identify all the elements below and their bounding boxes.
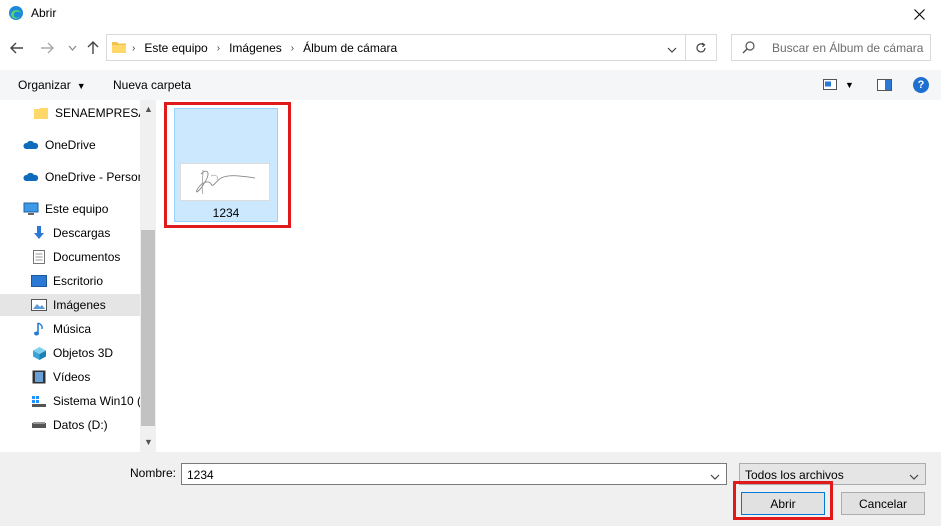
folder-icon xyxy=(111,40,127,57)
sidebar-item-label: Este equipo xyxy=(45,202,109,216)
sidebar-item-label: Descargas xyxy=(53,226,111,240)
sidebar-item-documents[interactable]: Documentos xyxy=(0,246,140,268)
sidebar-item-data-drive[interactable]: Datos (D:) xyxy=(0,414,140,436)
chevron-right-icon: › xyxy=(216,42,221,54)
sidebar-item-label: Imágenes xyxy=(53,298,106,312)
scroll-down-icon[interactable]: ▼ xyxy=(144,437,153,447)
computer-icon xyxy=(23,201,39,217)
file-type-value: Todos los archivos xyxy=(745,468,844,482)
sidebar-item-videos[interactable]: Vídeos xyxy=(0,366,140,388)
cube-icon xyxy=(31,345,47,361)
forward-button[interactable] xyxy=(38,39,56,57)
breadcrumb-item[interactable]: Álbum de cámara xyxy=(303,41,397,55)
sidebar-item-pictures[interactable]: Imágenes xyxy=(0,294,140,316)
organize-menu[interactable]: Organizar ▼ xyxy=(18,78,86,92)
chevron-down-icon xyxy=(710,474,720,480)
file-name-label: Nombre: xyxy=(130,466,177,480)
refresh-button[interactable] xyxy=(686,34,717,61)
new-folder-button[interactable]: Nueva carpeta xyxy=(113,78,191,92)
sidebar-item-music[interactable]: Música xyxy=(0,318,140,340)
sidebar-item-onedrive[interactable]: OneDrive xyxy=(0,134,140,156)
windows-drive-icon xyxy=(31,393,47,409)
file-name-dropdown[interactable] xyxy=(710,469,720,483)
sidebar-item-label: Datos (D:) xyxy=(53,418,108,432)
breadcrumb: › Este equipo › Imágenes › Álbum de cáma… xyxy=(132,41,397,55)
close-icon xyxy=(913,8,925,20)
chevron-right-icon: › xyxy=(290,42,295,54)
music-icon xyxy=(31,321,47,337)
sidebar-item-label: Objetos 3D xyxy=(53,346,114,360)
annotation-highlight-box xyxy=(164,102,291,228)
refresh-icon xyxy=(696,42,706,52)
file-name-value: 1234 xyxy=(187,468,214,482)
title-bar: Abrir xyxy=(0,0,941,28)
address-bar[interactable]: › Este equipo › Imágenes › Álbum de cáma… xyxy=(106,34,686,61)
chevron-right-icon: › xyxy=(132,42,136,54)
file-name-input[interactable]: 1234 xyxy=(181,463,727,485)
command-bar: Organizar ▼ Nueva carpeta ▼ ? xyxy=(0,70,941,100)
sidebar-item-label: OneDrive - Person xyxy=(45,170,140,184)
arrow-left-icon xyxy=(10,42,23,54)
sidebar-item-system-drive[interactable]: Sistema Win10 (C xyxy=(0,390,140,412)
sidebar-scrollbar[interactable]: ▲ ▼ xyxy=(140,100,156,452)
pictures-icon xyxy=(31,297,47,313)
sidebar-item-label: Sistema Win10 (C xyxy=(53,394,140,408)
file-type-dropdown[interactable] xyxy=(909,469,919,483)
scrollbar-thumb[interactable] xyxy=(141,230,155,426)
arrow-up-icon xyxy=(87,41,99,54)
navigation-pane: SENAEMPRESAS OneDrive OneDrive - Person … xyxy=(0,100,155,452)
up-button[interactable] xyxy=(84,39,102,57)
sidebar-item-3d-objects[interactable]: Objetos 3D xyxy=(0,342,140,364)
video-icon xyxy=(31,369,47,385)
sidebar-item-label: Música xyxy=(53,322,92,336)
caret-down-icon: ▼ xyxy=(845,79,854,90)
chevron-down-icon xyxy=(909,474,919,480)
sidebar-item-label: Documentos xyxy=(53,250,121,264)
caret-down-icon: ▼ xyxy=(76,81,86,91)
window-title: Abrir xyxy=(31,6,57,20)
sidebar-item-downloads[interactable]: Descargas xyxy=(0,222,140,244)
sidebar-item-label: OneDrive xyxy=(45,138,96,152)
close-button[interactable] xyxy=(897,0,941,28)
address-dropdown-button[interactable] xyxy=(667,42,677,56)
cloud-icon xyxy=(23,137,39,153)
breadcrumb-item[interactable]: Este equipo xyxy=(144,41,207,55)
arrow-right-icon xyxy=(41,42,54,54)
edge-icon xyxy=(8,5,24,21)
chevron-down-icon xyxy=(68,45,76,51)
drive-icon xyxy=(31,417,47,433)
sidebar-item-senaempresas[interactable]: SENAEMPRESAS xyxy=(0,102,140,124)
sidebar-item-label: Escritorio xyxy=(53,274,104,288)
breadcrumb-item[interactable]: Imágenes xyxy=(229,41,282,55)
preview-pane-icon xyxy=(877,79,892,91)
back-button[interactable] xyxy=(8,39,26,57)
folder-icon xyxy=(33,105,49,121)
change-view-button[interactable]: ▼ xyxy=(823,79,854,90)
sidebar-item-label: SENAEMPRESAS xyxy=(55,106,140,120)
cloud-icon xyxy=(23,169,39,185)
document-icon xyxy=(31,249,47,265)
scroll-up-icon[interactable]: ▲ xyxy=(144,104,153,114)
search-box[interactable]: Buscar en Álbum de cámara xyxy=(731,34,931,61)
search-placeholder: Buscar en Álbum de cámara xyxy=(772,41,924,55)
sidebar-item-onedrive-personal[interactable]: OneDrive - Person xyxy=(0,166,140,188)
preview-pane-button[interactable] xyxy=(877,79,892,94)
download-icon xyxy=(31,225,47,241)
sidebar-item-desktop[interactable]: Escritorio xyxy=(0,270,140,292)
recent-locations-button[interactable] xyxy=(63,39,81,57)
view-icon xyxy=(823,79,837,90)
desktop-icon xyxy=(31,273,47,289)
organize-label: Organizar xyxy=(18,78,71,92)
help-button[interactable]: ? xyxy=(913,77,929,93)
sidebar-item-label: Vídeos xyxy=(53,370,91,384)
annotation-highlight-box xyxy=(733,481,833,520)
sidebar-item-this-pc[interactable]: Este equipo xyxy=(0,198,140,220)
cancel-button[interactable]: Cancelar xyxy=(841,492,925,515)
chevron-down-icon xyxy=(667,47,677,53)
search-icon xyxy=(742,41,755,57)
